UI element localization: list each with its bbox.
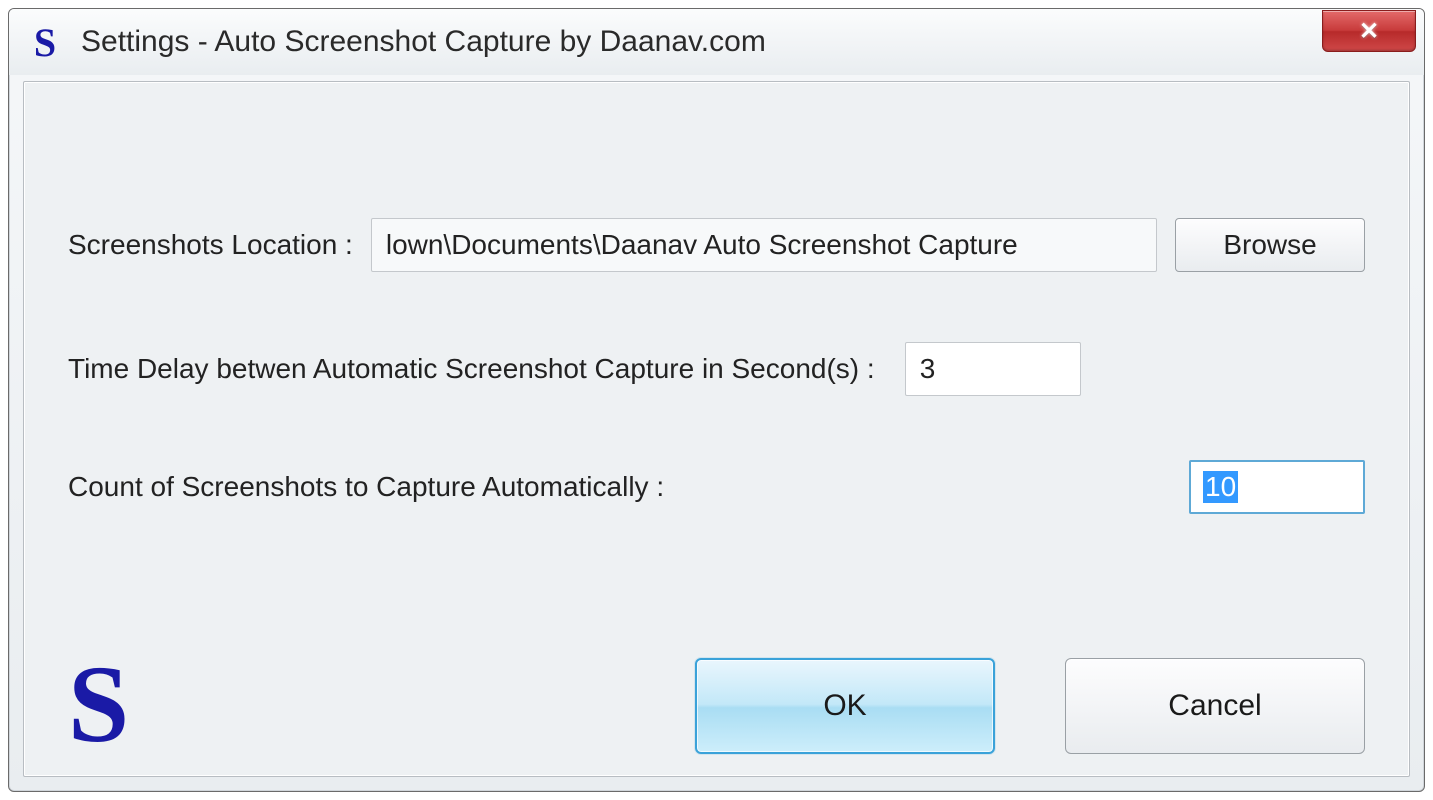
- location-input[interactable]: [371, 218, 1157, 272]
- count-label: Count of Screenshots to Capture Automati…: [68, 471, 664, 503]
- delay-row: Time Delay betwen Automatic Screenshot C…: [68, 342, 1365, 396]
- settings-window: S Settings - Auto Screenshot Capture by …: [8, 8, 1425, 792]
- location-label: Screenshots Location :: [68, 229, 353, 261]
- title-bar: S Settings - Auto Screenshot Capture by …: [9, 9, 1424, 75]
- delay-input[interactable]: [905, 342, 1081, 396]
- cancel-button[interactable]: Cancel: [1065, 658, 1365, 754]
- delay-label: Time Delay betwen Automatic Screenshot C…: [68, 353, 875, 385]
- logo-s-icon: S: [68, 655, 129, 754]
- browse-button[interactable]: Browse: [1175, 218, 1365, 272]
- ok-button[interactable]: OK: [695, 658, 995, 754]
- count-input[interactable]: 10: [1189, 460, 1365, 514]
- close-button[interactable]: ✕: [1322, 10, 1416, 52]
- count-value-selected: 10: [1203, 471, 1238, 503]
- location-row: Screenshots Location : Browse: [68, 218, 1365, 272]
- count-row: Count of Screenshots to Capture Automati…: [68, 460, 1365, 514]
- dialog-footer: S OK Cancel: [68, 655, 1365, 754]
- close-icon: ✕: [1359, 17, 1379, 46]
- app-s-icon: S: [23, 20, 67, 64]
- dialog-body: Screenshots Location : Browse Time Delay…: [23, 81, 1410, 777]
- window-title: Settings - Auto Screenshot Capture by Da…: [81, 25, 1322, 59]
